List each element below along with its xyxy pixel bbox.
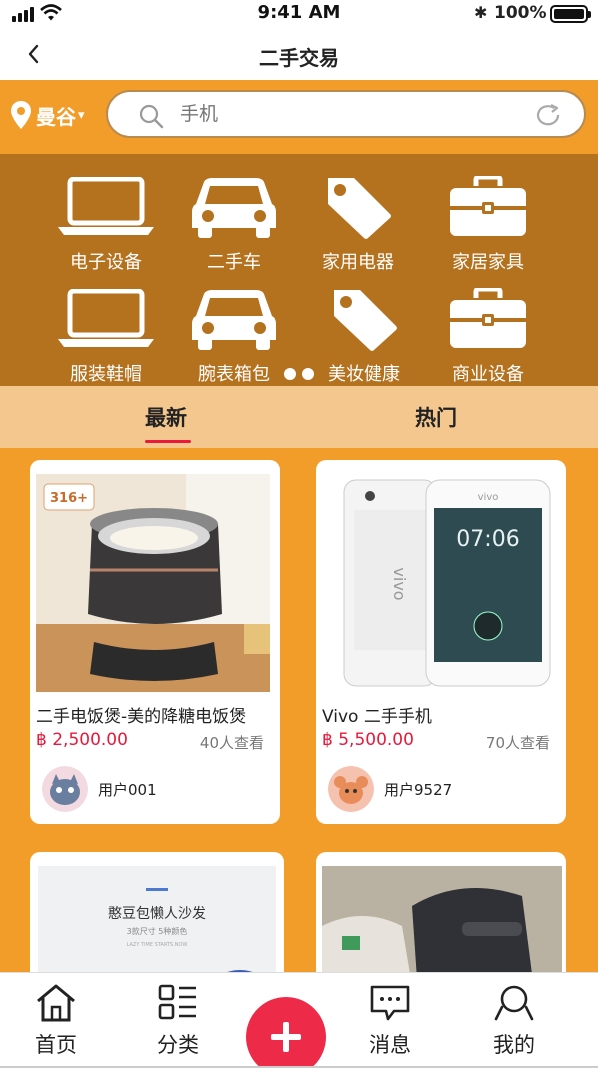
phone-brand-front: vivo bbox=[478, 492, 499, 503]
image-badge: 316+ bbox=[50, 491, 88, 506]
tab-category[interactable]: 分类 bbox=[138, 983, 218, 1059]
battery-percent: 100% bbox=[494, 3, 547, 23]
battery-icon bbox=[550, 5, 591, 23]
tab-messages[interactable]: 消息 bbox=[350, 983, 430, 1059]
category-label: 电子设备 bbox=[70, 252, 142, 273]
laptop-icon bbox=[58, 177, 154, 235]
product-image: vivo 07:06 vivo bbox=[322, 474, 556, 692]
tag-icon bbox=[328, 178, 391, 239]
add-post-button[interactable] bbox=[246, 997, 326, 1068]
page-title: 二手交易 bbox=[259, 46, 339, 70]
tab-profile[interactable]: 我的 bbox=[474, 983, 554, 1059]
profile-icon bbox=[494, 985, 534, 1021]
category-furniture[interactable]: 家居家具 bbox=[428, 172, 548, 274]
product-card[interactable]: vivo 07:06 vivo Vivo 二手手机 ฿ 5,500.00 70人… bbox=[316, 460, 566, 824]
category-beauty[interactable]: 美妆健康 bbox=[304, 284, 424, 386]
product-price: ฿ 5,500.00 bbox=[322, 730, 414, 750]
image-note: LAZY TIME STARTS NOW bbox=[127, 942, 188, 948]
avatar bbox=[42, 766, 88, 812]
home-icon bbox=[37, 984, 75, 1022]
user-name: 用户001 bbox=[98, 781, 157, 799]
tab-home[interactable]: 首页 bbox=[16, 983, 96, 1059]
bluetooth-icon: ✱ bbox=[474, 3, 488, 22]
location-selector[interactable]: 曼谷 ▾ bbox=[10, 100, 85, 130]
category-grid: 电子设备 二手车 家用电器 家居家具 服装鞋帽 腕表箱包 美妆健康 商业设备 bbox=[0, 154, 598, 386]
category-icon bbox=[158, 984, 196, 1020]
category-business[interactable]: 商业设备 bbox=[428, 284, 548, 386]
location-pin-icon bbox=[11, 101, 31, 129]
category-cars[interactable]: 二手车 bbox=[174, 172, 294, 274]
tab-bar-filter: 最新 热门 bbox=[0, 386, 598, 448]
search-row: 曼谷 ▾ bbox=[0, 80, 598, 154]
message-icon bbox=[370, 985, 410, 1021]
tab-label: 首页 bbox=[35, 1033, 77, 1057]
category-label: 服装鞋帽 bbox=[70, 364, 142, 385]
laptop-icon bbox=[58, 289, 154, 347]
tab-active-indicator bbox=[145, 440, 191, 443]
tab-label: 消息 bbox=[369, 1033, 411, 1057]
category-label: 家居家具 bbox=[452, 252, 524, 273]
category-label: 家用电器 bbox=[322, 252, 394, 273]
product-views: 40人查看 bbox=[199, 734, 264, 752]
briefcase-icon bbox=[450, 176, 526, 236]
category-label: 二手车 bbox=[207, 252, 261, 273]
image-heading: 憨豆包懒人沙发 bbox=[108, 906, 206, 922]
search-input[interactable] bbox=[180, 98, 510, 130]
tab-hot[interactable]: 热门 bbox=[415, 402, 457, 432]
location-label: 曼谷 bbox=[36, 104, 76, 129]
category-label: 美妆健康 bbox=[328, 364, 400, 385]
product-title: Vivo 二手手机 bbox=[322, 707, 432, 727]
refresh-icon[interactable] bbox=[534, 103, 562, 127]
category-watches-bags[interactable]: 腕表箱包 bbox=[174, 284, 294, 386]
product-title: 二手电饭煲-美的降糖电饭煲 bbox=[36, 707, 247, 727]
page-indicator bbox=[284, 368, 314, 380]
phone-brand-back: vivo bbox=[390, 567, 409, 600]
search-icon bbox=[139, 104, 164, 129]
bottom-tab-bar: 首页 分类 消息 我的 bbox=[0, 972, 598, 1068]
category-clothing[interactable]: 服装鞋帽 bbox=[46, 284, 166, 386]
category-appliances[interactable]: 家用电器 bbox=[298, 172, 418, 274]
briefcase-icon bbox=[450, 288, 526, 348]
nav-bar: 二手交易 bbox=[0, 28, 598, 80]
tag-icon bbox=[334, 290, 397, 351]
product-price: ฿ 2,500.00 bbox=[36, 730, 128, 750]
product-card[interactable]: 316+ 二手电饭煲-美的降糖电饭煲 ฿ 2,500.00 40人查看 用户00… bbox=[30, 460, 280, 824]
tab-latest[interactable]: 最新 bbox=[145, 402, 187, 432]
category-label: 商业设备 bbox=[452, 364, 524, 385]
category-electronics[interactable]: 电子设备 bbox=[46, 172, 166, 274]
search-bar[interactable] bbox=[106, 90, 586, 138]
product-image: 316+ bbox=[36, 474, 270, 692]
phone-time: 07:06 bbox=[456, 527, 519, 552]
avatar bbox=[328, 766, 374, 812]
image-sub: 3款尺寸 5种颜色 bbox=[127, 926, 188, 936]
tab-label: 我的 bbox=[493, 1033, 535, 1057]
category-label: 腕表箱包 bbox=[198, 364, 270, 385]
chevron-down-icon: ▾ bbox=[78, 107, 85, 123]
car-icon bbox=[192, 178, 276, 238]
tab-label: 分类 bbox=[157, 1033, 199, 1057]
car-icon bbox=[192, 290, 276, 350]
product-views: 70人查看 bbox=[485, 734, 550, 752]
user-name: 用户9527 bbox=[384, 781, 453, 799]
status-bar: 9:41 AM ✱ 100% bbox=[0, 0, 598, 28]
